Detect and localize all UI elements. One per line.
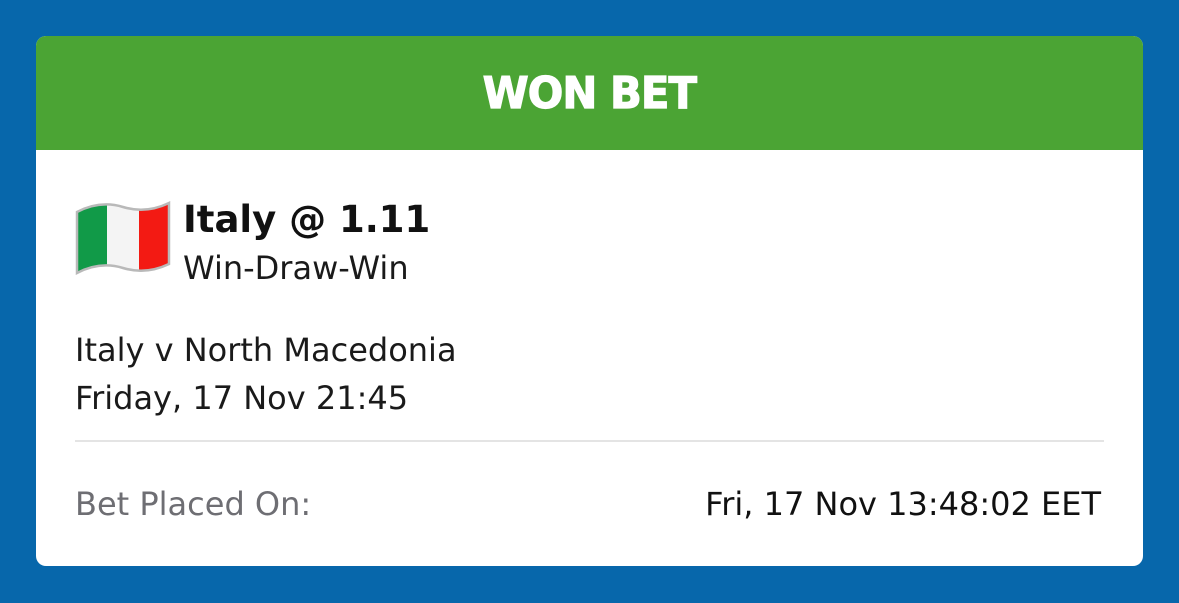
bet-placed-value: Fri, 17 Nov 13:48:02 EET: [705, 485, 1101, 523]
event-match: Italy v North Macedonia: [75, 331, 457, 369]
divider: [75, 440, 1104, 442]
bet-placed-row: Bet Placed On: Fri, 17 Nov 13:48:02 EET: [75, 480, 1101, 528]
event-info: Italy v North Macedonia Friday, 17 Nov 2…: [75, 326, 457, 422]
banner-title: WON BET: [482, 67, 698, 119]
selection: Italy @ 1.11 Win-Draw-Win: [74, 196, 430, 292]
won-bet-banner: WON BET: [36, 36, 1143, 150]
bet-placed-label: Bet Placed On:: [75, 485, 312, 523]
bet-card: WON BET Italy @ 1.11 Win-Draw-Win Italy …: [36, 36, 1143, 566]
selection-name: Italy @ 1.11: [183, 198, 431, 241]
event-datetime: Friday, 17 Nov 21:45: [75, 379, 409, 417]
italy-flag-icon: [75, 201, 171, 276]
selection-market: Win-Draw-Win: [183, 249, 409, 287]
